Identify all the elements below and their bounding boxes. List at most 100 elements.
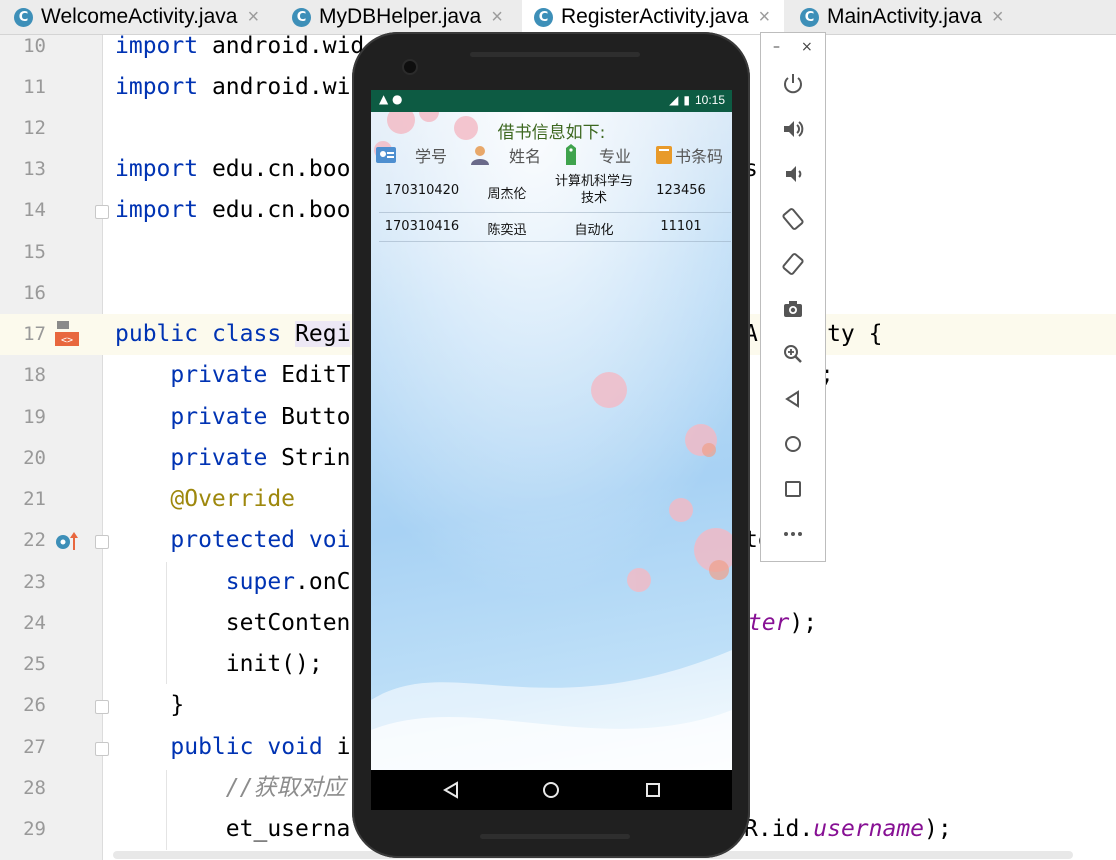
implemented-method-icon[interactable]: <>: [55, 320, 79, 346]
battery-icon: ▮: [683, 93, 690, 107]
rotate-left-icon: [782, 208, 804, 230]
bottom-speaker: [480, 834, 630, 839]
rotate-left-button[interactable]: [778, 204, 808, 234]
line-number: 29: [23, 818, 46, 840]
signal-icon: ◢: [669, 93, 679, 107]
overview-icon: [646, 783, 660, 797]
camera-icon: [784, 301, 802, 317]
more-icon: [784, 532, 802, 536]
emulator-screen[interactable]: ▲ ● ◢ ▮ 10:15 借书信息如下: 学号 姓名 专业 书条码 17031…: [371, 90, 732, 770]
code-text[interactable]: super.onC: [115, 562, 351, 603]
table-row[interactable]: 170310416 陈奕迅 自动化 11101: [379, 213, 731, 242]
header-name: 姓名: [469, 142, 541, 168]
class-icon: C: [14, 7, 33, 27]
line-number: 17: [23, 323, 46, 345]
line-number: 24: [23, 612, 46, 634]
nav-back-button[interactable]: [431, 770, 471, 810]
code-text[interactable]: et_userna: [115, 809, 351, 850]
line-number: 21: [23, 488, 46, 510]
overview-button[interactable]: [778, 474, 808, 504]
line-number: 28: [23, 777, 46, 799]
id-card-icon: [376, 147, 396, 163]
line-number: 11: [23, 76, 46, 98]
line-number: 14: [23, 199, 46, 221]
power-button[interactable]: [778, 69, 808, 99]
line-number: 16: [23, 282, 46, 304]
line-number: 10: [23, 35, 46, 57]
code-text[interactable]: private Strin: [115, 438, 350, 479]
power-icon: [784, 74, 802, 94]
home-icon: [785, 436, 801, 452]
code-text[interactable]: }: [115, 685, 184, 726]
class-icon: C: [534, 7, 553, 27]
nav-home-button[interactable]: [531, 770, 571, 810]
fold-icon[interactable]: [95, 742, 109, 756]
back-button[interactable]: [778, 384, 808, 414]
table-row[interactable]: 170310420 周杰伦 计算机科学与技术 123456: [379, 172, 731, 213]
fold-icon[interactable]: [95, 205, 109, 219]
override-method-icon[interactable]: [55, 530, 79, 552]
emulator-toolbar: – ×: [760, 32, 826, 562]
more-button[interactable]: [778, 519, 808, 549]
line-number: 26: [23, 694, 46, 716]
svg-text:<>: <>: [61, 335, 73, 346]
borrow-info-title: 借书信息如下:: [497, 123, 606, 143]
code-text[interactable]: @Override: [115, 479, 295, 520]
screenshot-button[interactable]: [778, 294, 808, 324]
line-number: 20: [23, 447, 46, 469]
line-number: 15: [23, 241, 46, 263]
header-major: 专业: [563, 142, 631, 168]
warning-notification-icon: ▲ ●: [379, 92, 403, 106]
close-button[interactable]: ×: [801, 39, 813, 55]
front-camera: [404, 61, 416, 73]
code-text[interactable]: public class Regi: [115, 314, 351, 355]
fold-icon[interactable]: [95, 700, 109, 714]
volume-down-icon: [786, 166, 802, 182]
line-number: 19: [23, 406, 46, 428]
zoom-icon: [784, 345, 802, 363]
person-icon: [471, 146, 489, 165]
class-icon: C: [292, 7, 311, 27]
line-number: 27: [23, 736, 46, 758]
code-text[interactable]: setConten: [115, 603, 351, 644]
rotate-right-icon: [782, 253, 804, 275]
class-icon: C: [800, 7, 819, 27]
earpiece-speaker: [470, 52, 640, 57]
header-student-id: 学号: [375, 142, 447, 168]
volume-down-button[interactable]: [778, 159, 808, 189]
minimize-button[interactable]: –: [773, 39, 780, 55]
android-navigation-bar: [371, 770, 732, 810]
code-text[interactable]: private Butto: [115, 397, 350, 438]
code-text[interactable]: import android.wid: [115, 26, 364, 67]
book-icon: [656, 146, 672, 164]
line-number: 22: [23, 529, 46, 551]
volume-up-button[interactable]: [778, 114, 808, 144]
code-text[interactable]: protected voi: [115, 520, 350, 561]
home-icon: [543, 782, 559, 798]
rotate-right-button[interactable]: [778, 249, 808, 279]
line-number: 25: [23, 653, 46, 675]
volume-up-icon: [784, 121, 804, 137]
code-text[interactable]: //获取对应: [115, 768, 346, 809]
code-text[interactable]: public void i: [115, 727, 350, 768]
zoom-button[interactable]: [778, 339, 808, 369]
fold-icon[interactable]: [95, 535, 109, 549]
back-icon: [785, 390, 799, 408]
code-text[interactable]: import edu.cn.boo: [115, 190, 350, 231]
nav-overview-button[interactable]: [633, 770, 673, 810]
code-text-right: R.id.username);: [744, 816, 952, 842]
code-text[interactable]: import edu.cn.boo: [115, 149, 350, 190]
line-number: 12: [23, 117, 46, 139]
code-text[interactable]: import android.wi: [115, 67, 350, 108]
back-icon: [443, 781, 458, 799]
header-barcode: 书条码: [655, 142, 723, 168]
line-number: 13: [23, 158, 46, 180]
overview-icon: [785, 481, 801, 497]
clock: 10:15: [694, 93, 725, 107]
line-number: 18: [23, 364, 46, 386]
home-button[interactable]: [778, 429, 808, 459]
code-text[interactable]: private EditT: [115, 355, 350, 396]
code-text[interactable]: init();: [115, 644, 323, 685]
line-number: 23: [23, 571, 46, 593]
android-status-bar: ▲ ● ◢ ▮ 10:15: [371, 90, 732, 112]
